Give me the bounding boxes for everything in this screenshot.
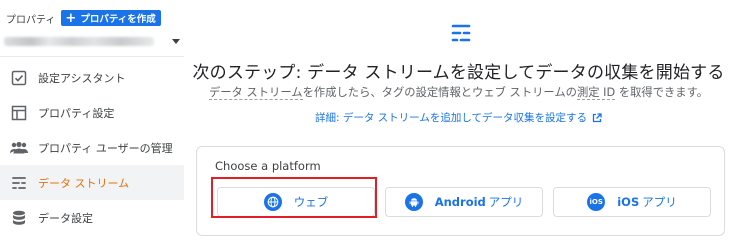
sidebar-item-label: プロパティ設定 [38, 106, 115, 120]
android-platform-button[interactable]: Android アプリ [385, 187, 543, 217]
android-icon [404, 193, 423, 211]
learn-more-link[interactable]: 詳細: データ ストリームを追加してデータ収集を設定する [188, 110, 729, 125]
layout-icon [10, 104, 28, 122]
plus-icon: + [65, 10, 77, 26]
property-name-redacted [4, 37, 154, 46]
people-icon [10, 139, 28, 157]
open-in-new-icon [592, 112, 602, 122]
android-platform-suffix: アプリ [488, 195, 524, 209]
sidebar-item-property-access[interactable]: プロパティ ユーザーの管理 [0, 130, 184, 165]
stream-icon [10, 174, 28, 192]
data-stream-term[interactable]: データ ストリーム [208, 86, 303, 100]
data-stream-icon [451, 24, 471, 42]
measurement-id-term[interactable]: 測定 ID [576, 86, 616, 100]
description-text-end: を取得できます。 [615, 86, 709, 99]
checklist-icon [10, 69, 28, 87]
sidebar-item-label: データ ストリーム [38, 176, 130, 190]
main-content: 次のステップ: データ ストリームを設定してデータの収集を開始する データ スト… [188, 0, 729, 241]
sidebar-item-label: プロパティ ユーザーの管理 [38, 141, 173, 155]
description-text: を作成したら、タグの設定情報とウェブ ストリームの [302, 86, 577, 99]
android-platform-name: Android [434, 195, 486, 209]
sidebar-item-property-settings[interactable]: プロパティ設定 [0, 95, 184, 130]
page-description: データ ストリームを作成したら、タグの設定情報とウェブ ストリームの測定 ID … [188, 84, 729, 100]
ios-platform-button[interactable]: iOS iOS アプリ [553, 187, 711, 217]
learn-more-label: 詳細: データ ストリームを追加してデータ収集を設定する [314, 112, 588, 124]
ios-platform-suffix: アプリ [642, 195, 677, 209]
property-label: プロパティ [6, 14, 56, 26]
sidebar-item-data-streams[interactable]: データ ストリーム [0, 165, 184, 200]
web-platform-label: ウェブ [293, 195, 329, 209]
dropdown-arrow-icon [172, 39, 180, 44]
ios-platform-name: iOS [617, 195, 640, 209]
sidebar-item-data-settings[interactable]: データ設定 [0, 200, 184, 235]
divider [0, 56, 184, 57]
sidebar-item-label: データ設定 [38, 211, 93, 225]
database-icon [10, 209, 28, 227]
property-selector[interactable] [0, 32, 184, 52]
create-property-button[interactable]: + プロパティを作成 [61, 10, 161, 26]
sidebar: プロパティ + プロパティを作成 設定アシスタント プロパティ設定 プロパティ [0, 0, 188, 241]
platform-card-title: Choose a platform [215, 159, 321, 173]
create-property-label: プロパティを作成 [80, 14, 156, 25]
sidebar-item-setup-assistant[interactable]: 設定アシスタント [0, 60, 184, 95]
platform-card: Choose a platform ウェブ Android アプリ iOS iO… [196, 146, 725, 236]
globe-icon [263, 193, 282, 211]
web-platform-button[interactable]: ウェブ [217, 187, 375, 217]
property-header: プロパティ + プロパティを作成 [6, 10, 161, 26]
page-headline: 次のステップ: データ ストリームを設定してデータの収集を開始する [192, 63, 725, 83]
sidebar-nav: 設定アシスタント プロパティ設定 プロパティ ユーザーの管理 データ ストリーム… [0, 60, 184, 235]
ios-icon: iOS [587, 193, 606, 211]
sidebar-item-label: 設定アシスタント [38, 71, 126, 85]
